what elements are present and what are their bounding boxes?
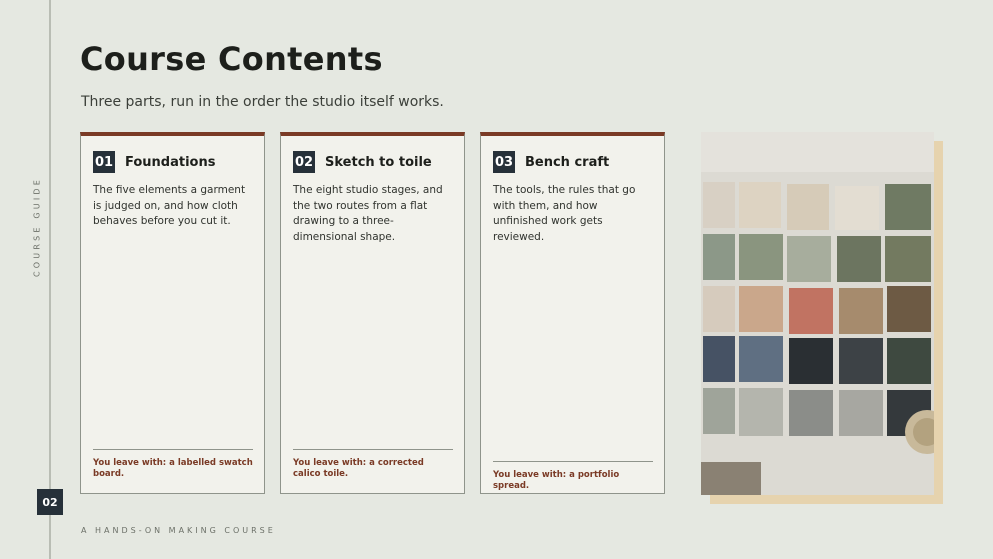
card-number-badge: 02 [293, 151, 315, 173]
card-takeaway: You leave with: a portfolio spread. [493, 470, 620, 491]
card-divider [93, 449, 253, 450]
card-header: 02 Sketch to toile [293, 151, 432, 173]
footer-tagline: A HANDS-ON MAKING COURSE [81, 526, 276, 535]
card-header: 03 Bench craft [493, 151, 609, 173]
card-number-badge: 03 [493, 151, 515, 173]
course-part-card-1: 01 Foundations The five elements a garme… [80, 132, 265, 494]
page-number-badge: 02 [37, 489, 63, 515]
card-title: Foundations [125, 154, 216, 170]
card-header: 01 Foundations [93, 151, 215, 173]
rail-label: COURSE GUIDE [32, 176, 42, 278]
card-title: Sketch to toile [325, 154, 432, 170]
course-part-card-3: 03 Bench craft The tools, the rules that… [480, 132, 665, 494]
card-takeaway: You leave with: a labelled swatch board. [93, 458, 253, 479]
page-title: Course Contents [80, 40, 383, 78]
course-part-card-2: 02 Sketch to toile The eight studio stag… [280, 132, 465, 494]
rail-line [49, 0, 51, 559]
card-divider [493, 461, 653, 462]
page-subtitle: Three parts, run in the order the studio… [81, 94, 444, 110]
card-divider [293, 449, 453, 450]
card-description: The tools, the rules that go with them, … [493, 184, 636, 243]
card-takeaway: You leave with: a corrected calico toile… [293, 458, 424, 479]
fabric-swatches-photo [701, 132, 934, 495]
card-description: The five elements a garment is judged on… [93, 184, 246, 227]
card-title: Bench craft [525, 154, 610, 170]
card-description: The eight studio stages, and the two rou… [293, 184, 443, 243]
card-number-badge: 01 [93, 151, 115, 173]
